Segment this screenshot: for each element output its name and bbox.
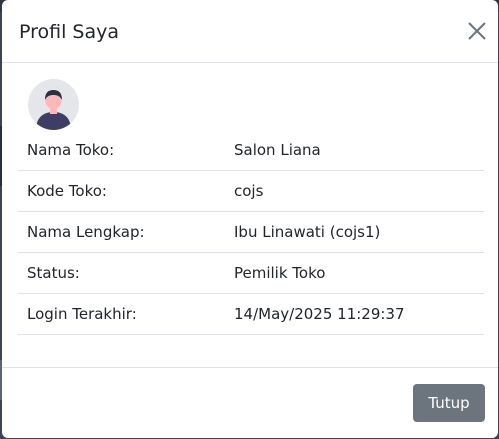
table-row: Login Terakhir: 14/May/2025 11:29:37: [18, 293, 484, 335]
full-name-label: Nama Lengkap:: [18, 211, 225, 253]
table-row: Nama Toko: Salon Liana: [18, 130, 484, 171]
status-value: Pemilik Toko: [225, 252, 484, 294]
last-login-value: 14/May/2025 11:29:37: [225, 293, 484, 335]
modal-title: Profil Saya: [19, 21, 120, 43]
store-name-value: Salon Liana: [225, 130, 484, 171]
profile-modal: Profil Saya Nama Toko: Salon Liana Kode …: [2, 0, 498, 438]
modal-body: Nama Toko: Salon Liana Kode Toko: cojs N…: [2, 63, 498, 367]
store-code-label: Kode Toko:: [18, 170, 225, 212]
last-login-label: Login Terakhir:: [18, 293, 225, 335]
user-avatar-icon: [28, 79, 79, 130]
table-row: Nama Lengkap: Ibu Linawati (cojs1): [18, 211, 484, 253]
profile-info-table: Nama Toko: Salon Liana Kode Toko: cojs N…: [18, 130, 484, 335]
full-name-value: Ibu Linawati (cojs1): [225, 211, 484, 253]
table-row: Status: Pemilik Toko: [18, 252, 484, 294]
store-name-label: Nama Toko:: [18, 130, 225, 171]
modal-header: Profil Saya: [2, 0, 498, 63]
table-row: Kode Toko: cojs: [18, 170, 484, 212]
status-label: Status:: [18, 252, 225, 294]
modal-footer: Tutup: [2, 367, 498, 438]
store-code-value: cojs: [225, 170, 484, 212]
close-button[interactable]: Tutup: [413, 384, 485, 422]
close-icon[interactable]: [466, 20, 488, 42]
